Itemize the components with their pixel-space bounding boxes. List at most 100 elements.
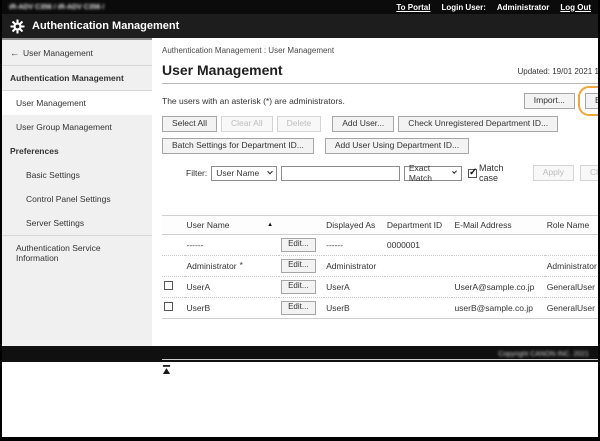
header-edit-column <box>279 215 324 234</box>
cell-role: GeneralUser <box>545 297 600 318</box>
note-row: The users with an asterisk (*) are admin… <box>162 92 600 110</box>
app-title: Authentication Management <box>32 20 179 32</box>
sidebar: ← User Management Authentication Managem… <box>2 38 152 346</box>
cell-department-id: 0000001 <box>385 234 453 255</box>
header-checkbox-column <box>162 215 185 234</box>
sidebar-item-basic-settings[interactable]: Basic Settings <box>2 163 152 187</box>
chevron-down-icon <box>453 169 458 174</box>
cell-email <box>452 255 544 276</box>
add-user-using-department-id-button[interactable]: Add User Using Department ID... <box>325 138 469 154</box>
header-role-name: Role Name <box>545 215 600 234</box>
header-email-address: E-Mail Address <box>452 215 544 234</box>
title-row: User Management Updated: 19/01 2021 15:0… <box>162 62 600 84</box>
browser-window: iR-ADV C356 / iR-ADV C356 / To Portal Lo… <box>0 0 600 441</box>
cell-user-name: Administrator* <box>185 255 280 276</box>
log-out-link[interactable]: Log Out <box>560 3 591 12</box>
match-case-label: Match case <box>479 163 521 183</box>
apply-filter-button[interactable]: Apply <box>533 165 574 181</box>
back-to-top-button[interactable] <box>162 365 171 376</box>
cell-role: Administrator <box>545 255 600 276</box>
admin-asterisk-note: The users with an asterisk (*) are admin… <box>162 96 345 106</box>
main-content: Authentication Management : User Managem… <box>152 38 600 346</box>
clear-all-button[interactable]: Clear All <box>221 116 273 132</box>
table-row: UserA Edit... UserA UserA@sample.co.jp G… <box>162 276 600 297</box>
page-number[interactable]: 1 <box>162 200 600 212</box>
filter-match-selected-value: Exact Match <box>409 163 448 183</box>
cell-department-id <box>385 276 453 297</box>
back-arrow-icon: ← <box>10 48 19 58</box>
filter-match-select[interactable]: Exact Match <box>404 166 462 181</box>
gear-icon <box>10 19 25 34</box>
cell-user-name: ------ <box>185 234 280 255</box>
toolbar-row-2: Batch Settings for Department ID... Add … <box>162 138 600 154</box>
header-displayed-as: Displayed As <box>324 215 385 234</box>
sidebar-item-server-settings[interactable]: Server Settings <box>2 211 152 235</box>
updated-timestamp: Updated: 19/01 2021 15:05:20 <box>518 66 600 78</box>
edit-button[interactable]: Edit... <box>281 259 315 273</box>
sidebar-item-authentication-service-information[interactable]: Authentication Service Information <box>2 236 152 270</box>
row-select-checkbox[interactable] <box>164 302 173 311</box>
import-button[interactable]: Import... <box>524 93 575 109</box>
cell-role: GeneralUser <box>545 276 600 297</box>
user-table: User Name ▲ Displayed As Department ID E… <box>162 215 600 319</box>
admin-asterisk: * <box>240 261 243 270</box>
filter-label: Filter: <box>186 168 207 178</box>
to-portal-link[interactable]: To Portal <box>396 3 430 12</box>
cell-department-id <box>385 297 453 318</box>
result-range: 1 - 4 / 4 <box>162 334 600 346</box>
sidebar-header-authentication-management: Authentication Management <box>2 66 152 90</box>
cell-displayed-as: UserB <box>324 297 385 318</box>
app-bar: Authentication Management <box>2 14 598 38</box>
top-bar: iR-ADV C356 / iR-ADV C356 / To Portal Lo… <box>2 0 598 14</box>
header-user-name: User Name <box>187 220 230 230</box>
page-title: User Management <box>162 62 283 78</box>
toolbar-row-1: Select All Clear All Delete Add User... … <box>162 116 600 132</box>
device-name-redacted: iR-ADV C356 / iR-ADV C356 / <box>9 4 104 11</box>
filter-field-selected-value: User Name <box>216 168 259 178</box>
filter-query-input[interactable] <box>281 166 400 181</box>
sidebar-header-preferences: Preferences <box>2 139 152 163</box>
cell-user-name: UserA <box>185 276 280 297</box>
result-range: 1 - 4 / 4 <box>162 188 600 200</box>
filter-field-select[interactable]: User Name <box>211 166 277 181</box>
cell-email: userB@sample.co.jp <box>452 297 544 318</box>
batch-settings-department-id-button[interactable]: Batch Settings for Department ID... <box>162 138 314 154</box>
cell-role <box>545 234 600 255</box>
select-all-button[interactable]: Select All <box>162 116 217 132</box>
match-case-group: Match case <box>468 163 521 183</box>
filter-row: Filter: User Name Exact Match Match case… <box>186 163 600 183</box>
page-number[interactable]: 1 <box>162 322 600 334</box>
table-header-row: User Name ▲ Displayed As Department ID E… <box>162 215 600 234</box>
cell-user-name: UserB <box>185 297 280 318</box>
sidebar-item-user-group-management[interactable]: User Group Management <box>2 115 152 139</box>
back-to-top-icon <box>162 365 171 374</box>
row-select-checkbox[interactable] <box>164 281 173 290</box>
table-row: Administrator* Edit... Administrator Adm… <box>162 255 600 276</box>
back-to-top-row <box>162 359 600 381</box>
table-row: ------ Edit... ------ 0000001 Enabled <box>162 234 600 255</box>
top-bar-links: To Portal Login User: Administrator Log … <box>396 3 591 12</box>
clear-filter-button[interactable]: Clear Filter <box>580 165 600 181</box>
header-department-id: Department ID <box>385 215 453 234</box>
export-button[interactable]: Export... <box>585 93 600 109</box>
breadcrumb: Authentication Management : User Managem… <box>162 46 600 55</box>
delete-button[interactable]: Delete <box>277 116 322 132</box>
add-user-button[interactable]: Add User... <box>332 116 394 132</box>
sidebar-item-control-panel-settings[interactable]: Control Panel Settings <box>2 187 152 211</box>
pagination-top: 1 - 4 / 4 1 <box>162 188 600 213</box>
cell-email: UserA@sample.co.jp <box>452 276 544 297</box>
sort-ascending-icon[interactable]: ▲ <box>267 222 273 228</box>
copyright-redacted: Copyright CANON INC. 2021 <box>498 351 589 358</box>
edit-button[interactable]: Edit... <box>281 301 315 315</box>
login-user-value: Administrator <box>497 3 549 12</box>
edit-button[interactable]: Edit... <box>281 280 315 294</box>
sidebar-item-user-management[interactable]: User Management <box>2 91 152 115</box>
edit-button[interactable]: Edit... <box>281 238 315 252</box>
sidebar-back-user-management[interactable]: ← User Management <box>2 42 152 65</box>
match-case-checkbox[interactable] <box>468 169 477 178</box>
cell-displayed-as: UserA <box>324 276 385 297</box>
check-unregistered-department-id-button[interactable]: Check Unregistered Department ID... <box>398 116 558 132</box>
cell-displayed-as: ------ <box>324 234 385 255</box>
cell-email <box>452 234 544 255</box>
table-row: UserB Edit... UserB userB@sample.co.jp G… <box>162 297 600 318</box>
